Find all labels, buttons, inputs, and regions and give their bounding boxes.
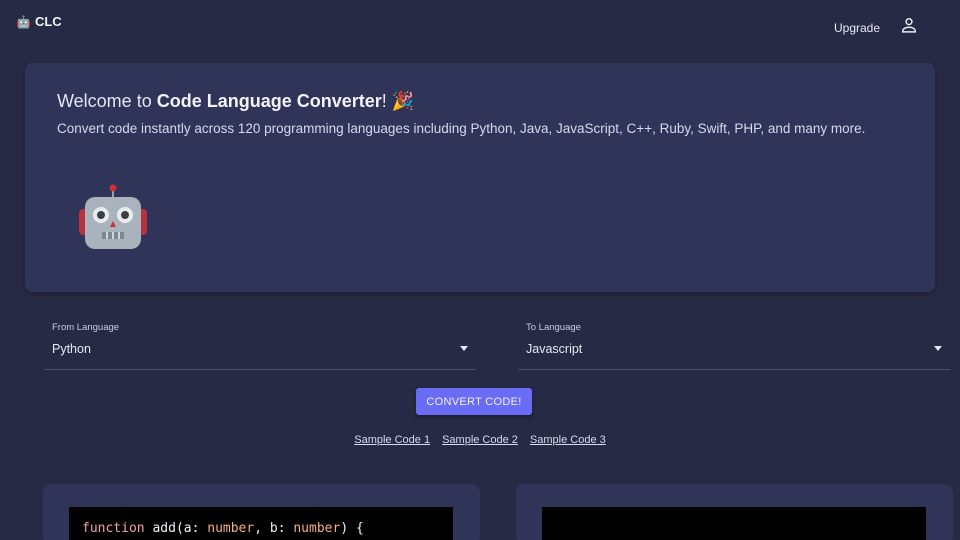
code-line: function add(a: number, b: number) { — [69, 507, 453, 538]
code-param: b — [269, 521, 278, 536]
from-language-label: From Language — [52, 322, 120, 333]
code-type: number — [207, 521, 255, 536]
code-keyword: function — [82, 521, 145, 536]
brand[interactable]: 🤖 CLC — [16, 14, 62, 29]
hero-title: Welcome to Code Language Converter! 🎉 — [57, 91, 414, 112]
code-paren: ) { — [340, 521, 364, 536]
sample-links: Sample Code 1 Sample Code 2 Sample Code … — [0, 434, 960, 446]
upgrade-link[interactable]: Upgrade — [834, 21, 880, 35]
robot-illustration — [77, 183, 149, 253]
convert-code-button[interactable]: CONVERT CODE! — [416, 388, 532, 415]
hero-title-strong: Code Language Converter — [156, 91, 382, 111]
sample-code-1-link[interactable]: Sample Code 1 — [354, 434, 430, 446]
output-code-panel — [516, 484, 953, 540]
from-language-select[interactable]: From Language Python — [44, 318, 476, 370]
brand-name: CLC — [34, 14, 62, 29]
to-language-value: Javascript — [526, 342, 583, 356]
chevron-down-icon — [934, 346, 942, 351]
to-language-select[interactable]: To Language Javascript — [518, 318, 950, 370]
hero-title-suffix: ! 🎉 — [381, 91, 415, 111]
input-code-editor[interactable]: function add(a: number, b: number) { — [69, 507, 453, 540]
code-separator: , — [254, 521, 270, 536]
code-paren: ( — [175, 521, 184, 536]
code-colon: : — [191, 521, 208, 536]
hero-title-prefix: Welcome to — [57, 91, 157, 111]
code-type: number — [293, 521, 341, 536]
user-icon[interactable] — [899, 15, 919, 35]
top-app-bar: 🤖 CLC Upgrade — [0, 0, 960, 52]
chevron-down-icon — [460, 346, 468, 351]
sample-code-2-link[interactable]: Sample Code 2 — [442, 434, 518, 446]
robot-icon: 🤖 — [16, 14, 31, 29]
output-code-editor[interactable] — [542, 507, 926, 540]
code-function-name: add — [152, 521, 176, 536]
input-code-panel: function add(a: number, b: number) { — [43, 484, 480, 540]
hero-subtitle: Convert code instantly across 120 progra… — [57, 121, 866, 136]
code-param: a — [183, 521, 192, 536]
welcome-card: Welcome to Code Language Converter! 🎉 Co… — [25, 63, 935, 292]
from-language-value: Python — [52, 342, 91, 356]
sample-code-3-link[interactable]: Sample Code 3 — [530, 434, 606, 446]
to-language-label: To Language — [526, 322, 581, 333]
code-colon: : — [277, 521, 294, 536]
